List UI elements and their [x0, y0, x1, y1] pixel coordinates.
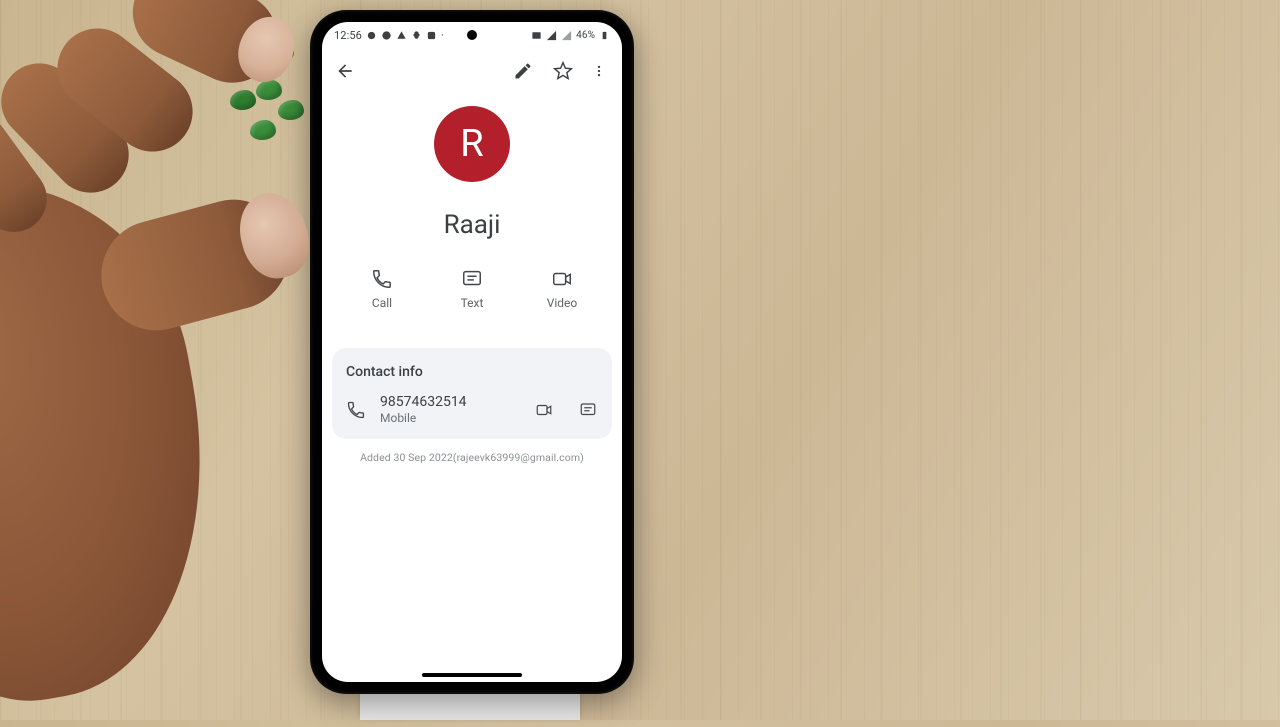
contact-name: Raaji: [338, 210, 606, 240]
message-small-icon: [579, 401, 597, 419]
status-signal-icon: [546, 30, 557, 41]
back-button[interactable]: [334, 60, 356, 82]
app-bar: [322, 48, 622, 94]
call-label: Call: [372, 296, 392, 310]
added-note: Added 30 Sep 2022(rajeevk63999@gmail.com…: [322, 451, 622, 464]
star-icon: [553, 61, 573, 81]
status-signal2-icon: [561, 30, 572, 41]
video-label: Video: [547, 296, 578, 310]
camera-hole: [467, 30, 477, 40]
video-action[interactable]: Video: [534, 268, 590, 310]
status-notif-icon: [366, 30, 377, 41]
phone-type: Mobile: [380, 411, 520, 425]
row-message-button[interactable]: [578, 400, 598, 420]
row-video-button[interactable]: [534, 400, 554, 420]
more-vert-icon: [592, 61, 606, 81]
gesture-bar[interactable]: [422, 673, 522, 677]
status-time: 12:56: [334, 29, 362, 42]
phone-lead-icon: [346, 400, 366, 420]
favorite-button[interactable]: [552, 60, 574, 82]
contact-avatar[interactable]: R: [434, 106, 510, 182]
status-battery-icon: [599, 30, 610, 41]
status-battery-pct: 46%: [576, 30, 595, 41]
text-label: Text: [461, 296, 484, 310]
phone-outline-icon: [346, 400, 366, 420]
message-icon: [461, 268, 483, 290]
phone-icon: [371, 268, 393, 290]
action-row: Call Text Video: [338, 268, 606, 328]
video-icon: [551, 268, 573, 290]
status-share-icon: [396, 30, 407, 41]
contact-info-title: Contact info: [346, 364, 598, 380]
phone-number: 98574632514: [380, 394, 520, 410]
arrow-back-icon: [335, 61, 355, 81]
edit-button[interactable]: [512, 60, 534, 82]
text-action[interactable]: Text: [444, 268, 500, 310]
contact-header: R Raaji Call Text Video: [322, 94, 622, 344]
screen: 12:56 · 46%: [322, 22, 622, 682]
phone-row[interactable]: 98574632514 Mobile: [346, 394, 598, 425]
contact-info-card: Contact info 98574632514 Mobile: [332, 348, 612, 439]
avatar-initial: R: [460, 122, 483, 166]
status-snap-icon: [411, 30, 422, 41]
status-fb-icon: [381, 30, 392, 41]
overflow-button[interactable]: [592, 60, 606, 82]
status-more-dot: ·: [441, 29, 444, 42]
pencil-icon: [513, 61, 533, 81]
status-insta-icon: [426, 30, 437, 41]
call-action[interactable]: Call: [354, 268, 410, 310]
status-nfc-icon: [531, 30, 542, 41]
video-small-icon: [535, 401, 553, 419]
phone-frame: 12:56 · 46%: [310, 10, 634, 694]
